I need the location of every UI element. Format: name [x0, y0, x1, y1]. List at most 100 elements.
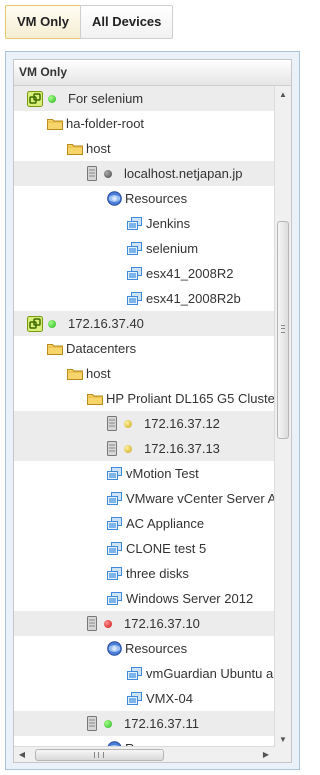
view-toggle-group: VM Only All Devices	[5, 5, 174, 39]
tree-row[interactable]: vmGuardian Ubuntu appliance	[14, 661, 274, 686]
vm-icon	[107, 541, 123, 556]
scroll-right-arrow-icon[interactable]: ▶	[258, 747, 274, 762]
scroll-down-arrow-icon[interactable]: ▼	[275, 731, 291, 747]
tree-item-label: three disks	[126, 566, 189, 581]
server-icon	[87, 616, 97, 631]
inventory-tree-container: VM Only For selenium ha-folder-root host lo…	[13, 59, 292, 763]
tree-row[interactable]: host	[14, 361, 274, 386]
vm-icon	[127, 216, 143, 231]
folder-icon	[67, 143, 83, 155]
tree-item-label: esx41_2008R2	[146, 266, 234, 281]
tree-row[interactable]: selenium	[14, 236, 274, 261]
horizontal-scroll-thumb[interactable]	[35, 749, 164, 761]
tree-item-label: vmGuardian Ubuntu appliance	[146, 666, 274, 681]
tree-item-label: HP Proliant DL165 G5 Cluster	[106, 391, 274, 406]
tree-item-label: For selenium	[68, 91, 144, 106]
tree-item-label: ha-folder-root	[66, 116, 145, 131]
all-devices-button[interactable]: All Devices	[80, 5, 174, 39]
vm-icon	[107, 591, 123, 606]
server-icon	[87, 716, 97, 731]
tree-row[interactable]: For selenium	[14, 86, 274, 111]
resource-pool-icon	[107, 191, 122, 206]
vm-icon	[107, 491, 123, 506]
tree-row[interactable]: Resources	[14, 186, 274, 211]
grip-icon	[281, 325, 285, 333]
tree-item-label: vMotion Test	[126, 466, 199, 481]
tree-item-label: 172.16.37.11	[124, 716, 199, 731]
vm-icon	[107, 566, 123, 581]
tree-row[interactable]: VMX-04	[14, 686, 274, 711]
tree-item-label: Datacenters	[66, 341, 137, 356]
status-green-icon	[48, 319, 56, 328]
vm-icon	[107, 516, 123, 531]
tree-row[interactable]: HP Proliant DL165 G5 Cluster	[14, 386, 274, 411]
tree-row[interactable]: three disks	[14, 561, 274, 586]
tree-row[interactable]: CLONE test 5	[14, 536, 274, 561]
status-yellow-icon	[124, 444, 132, 453]
panel-header: VM Only	[14, 60, 291, 86]
server-icon	[87, 166, 97, 181]
tree-item-label: Windows Server 2012	[126, 591, 254, 606]
server-icon	[107, 416, 117, 431]
tree-row[interactable]: Datacenters	[14, 336, 274, 361]
tree-item-label: host	[86, 366, 111, 381]
status-red-icon	[104, 619, 112, 628]
scroll-left-arrow-icon[interactable]: ◀	[14, 747, 30, 762]
tree-item-label: Resources	[125, 191, 188, 206]
vm-only-button[interactable]: VM Only	[5, 5, 82, 39]
vm-icon	[127, 291, 143, 306]
tree-row[interactable]: vMotion Test	[14, 461, 274, 486]
tree-item-label: 172.16.37.10	[124, 616, 200, 631]
tree-item-label: AC Appliance	[126, 516, 205, 531]
tree-row[interactable]: 172.16.37.40	[14, 311, 274, 336]
tree-row[interactable]: 172.16.37.13	[14, 436, 274, 461]
tree-row[interactable]: localhost.netjapan.jp	[14, 161, 274, 186]
tree-item-label: localhost.netjapan.jp	[124, 166, 243, 181]
tree-row[interactable]: Windows Server 2012	[14, 586, 274, 611]
folder-icon	[87, 393, 103, 405]
scroll-up-arrow-icon[interactable]: ▲	[275, 86, 291, 102]
tree-row[interactable]: esx41_2008R2	[14, 261, 274, 286]
vertical-scrollbar[interactable]: ▲ ▼	[274, 86, 291, 747]
folder-icon	[47, 343, 63, 355]
tree-item-label: selenium	[146, 241, 199, 256]
tree-item-label: Resources	[125, 641, 188, 656]
tree-row[interactable]: esx41_2008R2b	[14, 286, 274, 311]
tree-row[interactable]: VMware vCenter Server Appliance	[14, 486, 274, 511]
status-green-icon	[48, 94, 56, 103]
vm-icon	[127, 691, 143, 706]
vm-icon	[107, 466, 123, 481]
vm-icon	[127, 666, 143, 681]
tree-item-label: 172.16.37.12	[144, 416, 220, 431]
tree-item-label: host	[86, 141, 111, 156]
vertical-scroll-thumb[interactable]	[277, 221, 289, 439]
tree-item-label: CLONE test 5	[126, 541, 207, 556]
status-gray-icon	[104, 169, 112, 178]
tree-item-label: VMware vCenter Server Appliance	[126, 491, 274, 506]
status-green-icon	[104, 719, 112, 728]
link-icon	[27, 90, 43, 107]
tree-row[interactable]: 172.16.37.11	[14, 711, 274, 736]
inventory-tree[interactable]: For selenium ha-folder-root host localhost.…	[14, 86, 274, 747]
tree-item-label: esx41_2008R2b	[146, 291, 241, 306]
folder-icon	[47, 118, 63, 130]
tree-row[interactable]: Jenkins	[14, 211, 274, 236]
tree-row[interactable]: host	[14, 136, 274, 161]
scrollbar-corner	[274, 747, 291, 762]
tree-item-label: 172.16.37.40	[68, 316, 144, 331]
tree-item-label: VMX-04	[146, 691, 193, 706]
tree-row[interactable]: 172.16.37.10	[14, 611, 274, 636]
horizontal-scrollbar[interactable]: ◀ ▶	[14, 746, 274, 762]
tree-row[interactable]: AC Appliance	[14, 511, 274, 536]
vm-icon	[127, 241, 143, 256]
tree-item-label: 172.16.37.13	[144, 441, 220, 456]
inventory-panel: VM Only For selenium ha-folder-root host lo…	[5, 51, 300, 770]
folder-icon	[67, 368, 83, 380]
grip-icon	[94, 752, 104, 758]
tree-row[interactable]: Resources	[14, 636, 274, 661]
tree-row[interactable]: ha-folder-root	[14, 111, 274, 136]
tree-row[interactable]: 172.16.37.12	[14, 411, 274, 436]
tree-item-label: Jenkins	[146, 216, 191, 231]
server-icon	[107, 441, 117, 456]
link-icon	[27, 315, 43, 332]
